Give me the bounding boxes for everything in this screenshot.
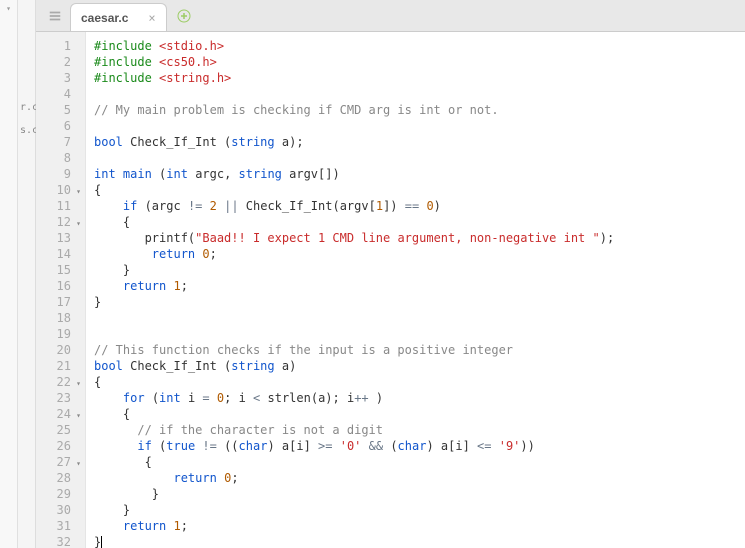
code-line[interactable]: return 0; <box>94 470 737 486</box>
code-line[interactable]: { <box>94 374 737 390</box>
code-line[interactable]: bool Check_If_Int (string a); <box>94 134 737 150</box>
code-content[interactable]: #include <stdio.h>#include <cs50.h>#incl… <box>86 32 745 548</box>
code-line[interactable] <box>94 326 737 342</box>
line-number: 22▾ <box>36 374 81 390</box>
tab-title: caesar.c <box>81 11 128 25</box>
code-line[interactable]: if (argc != 2 || Check_If_Int(argv[1]) =… <box>94 198 737 214</box>
line-number: 3 <box>36 70 81 86</box>
line-number: 1 <box>36 38 81 54</box>
line-number: 16 <box>36 278 81 294</box>
code-line[interactable]: { <box>94 406 737 422</box>
code-line[interactable]: #include <stdio.h> <box>94 38 737 54</box>
code-line[interactable]: // My main problem is checking if CMD ar… <box>94 102 737 118</box>
code-line[interactable]: #include <cs50.h> <box>94 54 737 70</box>
line-number: 12▾ <box>36 214 81 230</box>
code-line[interactable]: // if the character is not a digit <box>94 422 737 438</box>
line-number: 13 <box>36 230 81 246</box>
code-line[interactable] <box>94 118 737 134</box>
gutter: 1 2 3 4 5 6 7 8 9 10▾11 12▾13 14 15 16 1… <box>36 32 86 548</box>
line-number: 23 <box>36 390 81 406</box>
code-line[interactable]: } <box>94 262 737 278</box>
line-number: 14 <box>36 246 81 262</box>
line-number: 2 <box>36 54 81 70</box>
code-line[interactable]: printf("Baad!! I expect 1 CMD line argum… <box>94 230 737 246</box>
code-line[interactable]: } <box>94 502 737 518</box>
line-number: 4 <box>36 86 81 102</box>
code-line[interactable]: #include <string.h> <box>94 70 737 86</box>
line-number: 8 <box>36 150 81 166</box>
line-number: 10▾ <box>36 182 81 198</box>
line-number: 5 <box>36 102 81 118</box>
line-number: 18 <box>36 310 81 326</box>
line-number: 20 <box>36 342 81 358</box>
activity-bar: ▾ <box>0 0 18 548</box>
line-number: 7 <box>36 134 81 150</box>
editor-area: caesar.c × 1 2 3 4 5 6 7 8 9 10▾11 12▾13… <box>36 0 745 548</box>
code-editor[interactable]: 1 2 3 4 5 6 7 8 9 10▾11 12▾13 14 15 16 1… <box>36 32 745 548</box>
tab-bar: caesar.c × <box>36 0 745 32</box>
line-number: 25 <box>36 422 81 438</box>
line-number: 28 <box>36 470 81 486</box>
line-number: 21 <box>36 358 81 374</box>
text-cursor <box>101 536 102 548</box>
line-number: 19 <box>36 326 81 342</box>
line-number: 26 <box>36 438 81 454</box>
line-number: 30 <box>36 502 81 518</box>
tab-caesar[interactable]: caesar.c × <box>70 3 167 31</box>
tabs-menu-icon[interactable] <box>40 1 70 31</box>
line-number: 29 <box>36 486 81 502</box>
code-line[interactable]: { <box>94 182 737 198</box>
line-number: 32 <box>36 534 81 548</box>
line-number: 27▾ <box>36 454 81 470</box>
line-number: 9 <box>36 166 81 182</box>
code-line[interactable]: int main (int argc, string argv[]) <box>94 166 737 182</box>
code-line[interactable]: { <box>94 454 737 470</box>
code-line[interactable]: // This function checks if the input is … <box>94 342 737 358</box>
code-line[interactable]: return 1; <box>94 518 737 534</box>
line-number: 31 <box>36 518 81 534</box>
line-number: 15 <box>36 262 81 278</box>
line-number: 24▾ <box>36 406 81 422</box>
line-number: 11 <box>36 198 81 214</box>
caret-down-icon[interactable]: ▾ <box>0 0 17 17</box>
code-line[interactable]: } <box>94 534 737 548</box>
code-line[interactable] <box>94 310 737 326</box>
code-line[interactable]: for (int i = 0; i < strlen(a); i++ ) <box>94 390 737 406</box>
code-line[interactable]: return 1; <box>94 278 737 294</box>
code-line[interactable] <box>94 150 737 166</box>
file-explorer-item[interactable]: s.c <box>18 123 35 138</box>
file-explorer-edge[interactable]: r.c s.c <box>18 0 36 548</box>
app-window: ▾ r.c s.c caesar.c × 1 2 3 4 5 6 7 8 9 1… <box>0 0 745 548</box>
code-line[interactable]: bool Check_If_Int (string a) <box>94 358 737 374</box>
code-line[interactable]: { <box>94 214 737 230</box>
code-line[interactable]: } <box>94 294 737 310</box>
add-tab-button[interactable] <box>177 8 191 31</box>
code-line[interactable]: return 0; <box>94 246 737 262</box>
line-number: 6 <box>36 118 81 134</box>
code-line[interactable] <box>94 86 737 102</box>
file-explorer-item[interactable]: r.c <box>18 100 35 115</box>
code-line[interactable]: if (true != ((char) a[i] >= '0' && (char… <box>94 438 737 454</box>
line-number: 17 <box>36 294 81 310</box>
code-line[interactable]: } <box>94 486 737 502</box>
close-icon[interactable]: × <box>148 11 155 25</box>
